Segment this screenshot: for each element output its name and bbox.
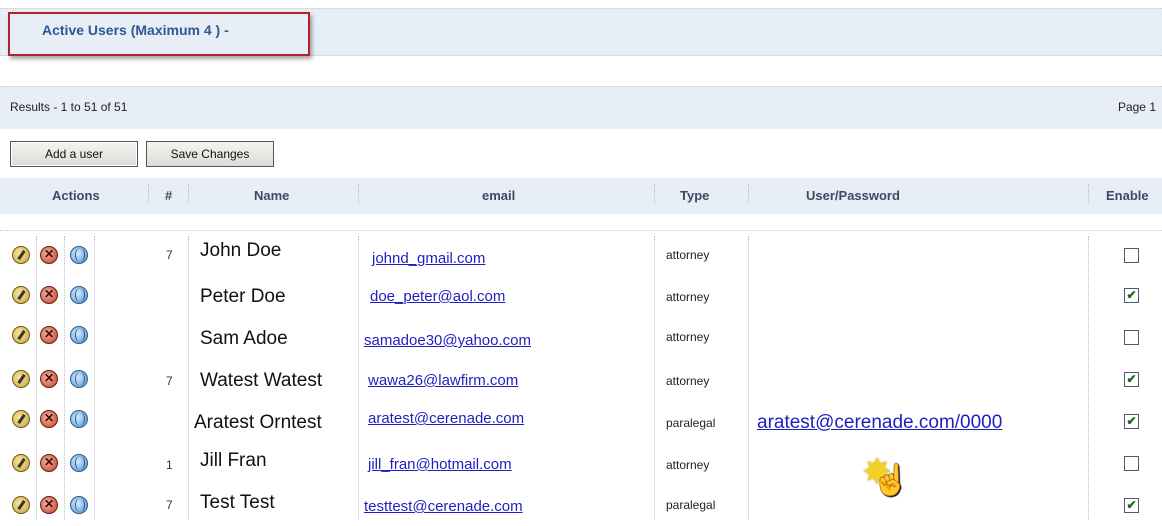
enable-checkbox[interactable] — [1124, 248, 1139, 263]
edit-icon[interactable] — [12, 370, 30, 388]
user-type: attorney — [666, 290, 710, 304]
delete-icon[interactable] — [40, 246, 58, 264]
row-number: 1 — [166, 458, 173, 472]
column-header-type: Type — [680, 188, 710, 203]
user-name: Watest Watest — [200, 370, 323, 391]
column-divider — [358, 236, 359, 520]
column-divider — [654, 236, 655, 520]
table-row: 7 Test Test testtest@cerenade.com parale… — [0, 488, 1162, 526]
delete-icon[interactable] — [40, 454, 58, 472]
column-divider — [188, 236, 189, 520]
table-row: Sam Adoe samadoe30@yahoo.com attorney — [0, 322, 1162, 360]
table-row: 7 Watest Watest wawa26@lawfirm.com attor… — [0, 364, 1162, 402]
header-divider — [188, 184, 189, 204]
delete-icon[interactable] — [40, 286, 58, 304]
delete-icon[interactable] — [40, 370, 58, 388]
delete-icon[interactable] — [40, 410, 58, 428]
user-email-link[interactable]: johnd_gmail.com — [372, 250, 485, 267]
globe-icon[interactable] — [70, 410, 88, 428]
user-name: Test Test — [200, 492, 275, 513]
row-number: 7 — [166, 374, 173, 388]
column-divider — [64, 236, 65, 520]
user-type: attorney — [666, 248, 710, 262]
user-name: Sam Adoe — [200, 328, 288, 349]
globe-icon[interactable] — [70, 454, 88, 472]
column-header-actions: Actions — [52, 188, 100, 203]
globe-icon[interactable] — [70, 326, 88, 344]
column-divider — [748, 236, 749, 520]
user-type: paralegal — [666, 498, 716, 512]
row-number: 7 — [166, 498, 173, 512]
enable-checkbox[interactable]: ✔ — [1124, 414, 1139, 429]
user-type: paralegal — [666, 416, 716, 430]
enable-checkbox[interactable]: ✔ — [1124, 372, 1139, 387]
column-divider — [1088, 236, 1089, 520]
globe-icon[interactable] — [70, 496, 88, 514]
header-divider — [1088, 184, 1089, 204]
mouse-cursor: ✸ ☝ — [856, 452, 926, 508]
table-row: Peter Doe doe_peter@aol.com attorney ✔ — [0, 278, 1162, 316]
column-divider — [94, 236, 95, 520]
table-row: 1 Jill Fran jill_fran@hotmail.com attorn… — [0, 446, 1162, 484]
user-email-link[interactable]: testtest@cerenade.com — [364, 498, 523, 515]
user-type: attorney — [666, 458, 710, 472]
header-divider — [148, 184, 149, 204]
add-user-button[interactable]: Add a user — [10, 141, 138, 167]
column-header-name: Name — [254, 188, 290, 203]
table-header — [0, 178, 1162, 214]
page-title: Active Users (Maximum 4 ) - — [42, 22, 229, 38]
column-header-number: # — [165, 188, 173, 203]
table-row: Aratest Orntest aratest@cerenade.com par… — [0, 404, 1162, 442]
save-changes-button[interactable]: Save Changes — [146, 141, 274, 167]
row-number: 7 — [166, 248, 173, 262]
enable-checkbox[interactable]: ✔ — [1124, 288, 1139, 303]
table-top-rule — [0, 230, 1162, 231]
table-row: 7 John Doe johnd_gmail.com attorney — [0, 236, 1162, 274]
user-name: Jill Fran — [200, 450, 267, 471]
user-type: attorney — [666, 374, 710, 388]
edit-icon[interactable] — [12, 454, 30, 472]
header-divider — [358, 184, 359, 204]
enable-checkbox[interactable] — [1124, 456, 1139, 471]
results-summary: Results - 1 to 51 of 51 — [10, 100, 128, 114]
user-email-link[interactable]: aratest@cerenade.com — [368, 410, 524, 427]
globe-icon[interactable] — [70, 286, 88, 304]
header-divider — [654, 184, 655, 204]
user-email-link[interactable]: doe_peter@aol.com — [370, 288, 505, 305]
page-indicator: Page 1 — [1117, 100, 1156, 114]
delete-icon[interactable] — [40, 326, 58, 344]
enable-checkbox[interactable] — [1124, 330, 1139, 345]
hand-pointer-icon: ☝ — [872, 464, 910, 497]
edit-icon[interactable] — [12, 326, 30, 344]
delete-icon[interactable] — [40, 496, 58, 514]
edit-icon[interactable] — [12, 496, 30, 514]
user-name: Peter Doe — [200, 286, 286, 307]
user-email-link[interactable]: wawa26@lawfirm.com — [368, 372, 518, 389]
column-header-user-password: User/Password — [806, 188, 900, 203]
edit-icon[interactable] — [12, 410, 30, 428]
edit-icon[interactable] — [12, 246, 30, 264]
globe-icon[interactable] — [70, 370, 88, 388]
header-divider — [748, 184, 749, 204]
user-email-link[interactable]: jill_fran@hotmail.com — [368, 456, 512, 473]
column-header-enable: Enable — [1106, 188, 1149, 203]
enable-checkbox[interactable]: ✔ — [1124, 498, 1139, 513]
column-header-email: email — [482, 188, 516, 203]
results-band — [0, 86, 1162, 129]
user-email-link[interactable]: samadoe30@yahoo.com — [364, 332, 531, 349]
edit-icon[interactable] — [12, 286, 30, 304]
globe-icon[interactable] — [70, 246, 88, 264]
user-name: John Doe — [200, 240, 282, 261]
user-type: attorney — [666, 330, 710, 344]
user-credential-link[interactable]: aratest@cerenade.com/0000 — [757, 412, 1002, 434]
user-name: Aratest Orntest — [194, 412, 322, 433]
column-divider — [36, 236, 37, 520]
